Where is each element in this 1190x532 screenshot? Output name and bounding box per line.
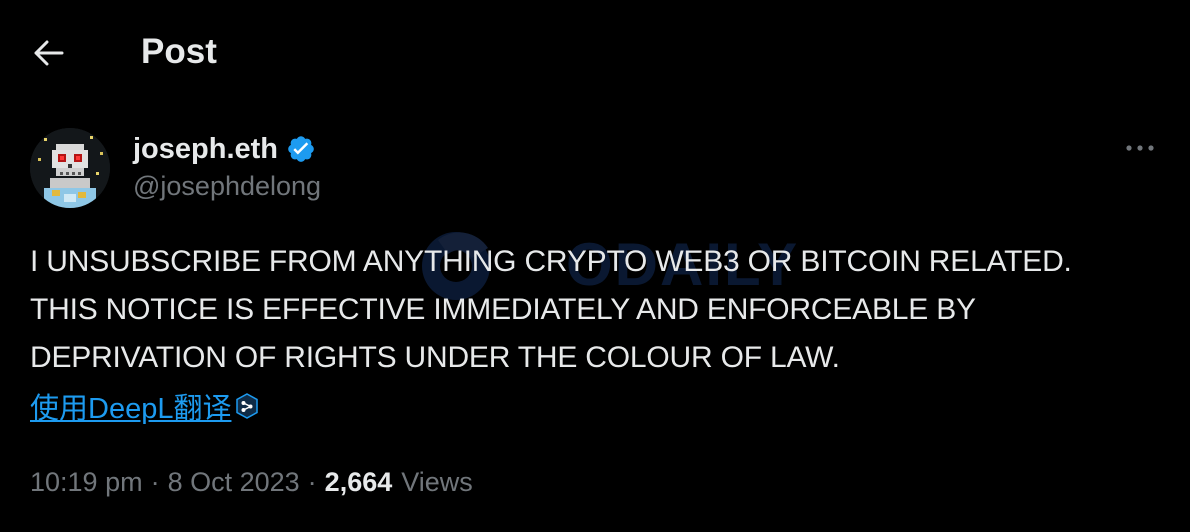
top-bar: Post (0, 0, 1190, 104)
views-count[interactable]: 2,664 (325, 467, 393, 498)
pixel-skull-avatar (30, 128, 110, 208)
deepl-icon[interactable] (235, 393, 259, 419)
verified-badge-icon[interactable] (286, 134, 316, 164)
meta-separator: · (150, 466, 160, 497)
post-meta: 10:19 pm · 8 Oct 2023 · 2,664 Views (30, 462, 473, 502)
meta-separator: · (307, 466, 317, 497)
back-button[interactable] (26, 30, 72, 76)
more-horizontal-icon (1126, 145, 1154, 151)
post-text-line: DEPRIVATION OF RIGHTS UNDER THE COLOUR O… (30, 341, 840, 374)
translate-row: 使用DeepL翻译 (30, 384, 259, 428)
arrow-left-icon (34, 40, 64, 66)
post-text-line: THIS NOTICE IS EFFECTIVE IMMEDIATELY AND… (30, 293, 976, 326)
translate-link[interactable]: 使用DeepL翻译 (30, 385, 231, 427)
post-time[interactable]: 10:19 pm (30, 467, 143, 498)
author-name-row: joseph.eth (133, 129, 316, 169)
page-title: Post (141, 32, 217, 71)
post-text-line: I UNSUBSCRIBE FROM ANYTHING CRYPTO WEB3 … (30, 245, 1072, 278)
display-name[interactable]: joseph.eth (133, 133, 278, 166)
post-date[interactable]: 8 Oct 2023 (168, 467, 300, 498)
user-handle[interactable]: @josephdelong (133, 171, 321, 202)
more-options-button[interactable] (1118, 130, 1162, 166)
post-text: I UNSUBSCRIBE FROM ANYTHING CRYPTO WEB3 … (30, 238, 1165, 382)
views-label: Views (401, 466, 473, 497)
avatar[interactable] (30, 128, 110, 208)
